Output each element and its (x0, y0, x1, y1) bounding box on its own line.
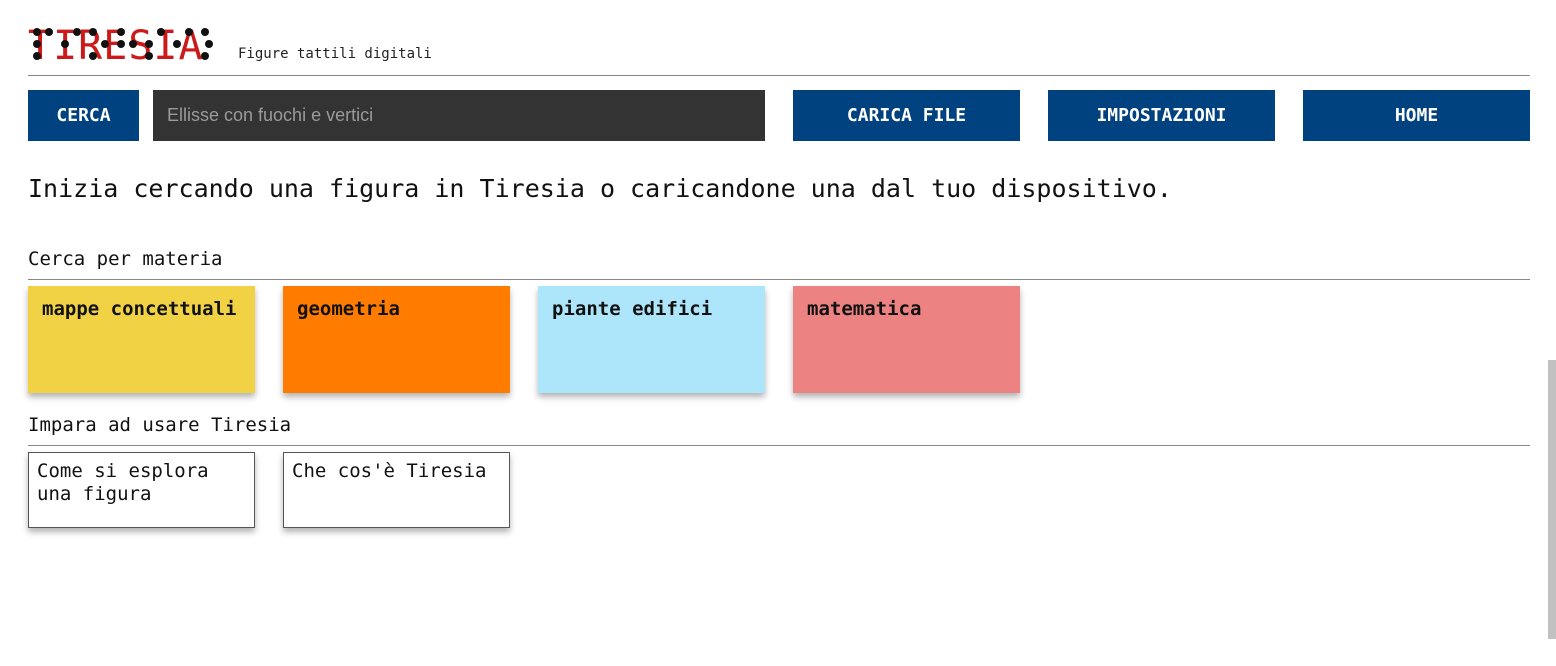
subject-card-label: matematica (807, 298, 922, 320)
search-input[interactable] (153, 90, 765, 141)
intro-text: Inizia cercando una figura in Tiresia o … (28, 174, 1172, 203)
header: TIRESIA Figure tattili digitali (28, 24, 1530, 76)
learn-card-label: Come si esplora una figura (37, 460, 209, 505)
subjects-section-title: Cerca per materia (28, 247, 1530, 280)
subject-card-piante-edifici[interactable]: piante edifici (538, 286, 765, 393)
scrollbar[interactable] (1548, 360, 1556, 639)
subject-card-matematica[interactable]: matematica (793, 286, 1020, 393)
search-button[interactable]: CERCA (28, 90, 139, 141)
learn-card-explore-figure[interactable]: Come si esplora una figura (28, 452, 255, 528)
settings-button[interactable]: IMPOSTAZIONI (1048, 90, 1275, 141)
home-button[interactable]: HOME (1303, 90, 1530, 141)
learn-card-label: Che cos'è Tiresia (292, 460, 487, 482)
subject-card-mappe-concettuali[interactable]: mappe concettuali (28, 286, 255, 393)
subject-card-label: mappe concettuali (42, 298, 237, 320)
tagline: Figure tattili digitali (238, 46, 432, 62)
upload-file-button[interactable]: CARICA FILE (793, 90, 1020, 141)
learn-section-title: Impara ad usare Tiresia (28, 413, 1530, 446)
subject-card-label: piante edifici (552, 298, 713, 320)
subject-card-geometria[interactable]: geometria (283, 286, 510, 393)
learn-card-what-is-tiresia[interactable]: Che cos'è Tiresia (283, 452, 510, 528)
toolbar: CERCA CARICA FILE IMPOSTAZIONI HOME (0, 90, 1556, 141)
braille-dots-icon (33, 28, 213, 60)
subject-card-label: geometria (297, 298, 400, 320)
